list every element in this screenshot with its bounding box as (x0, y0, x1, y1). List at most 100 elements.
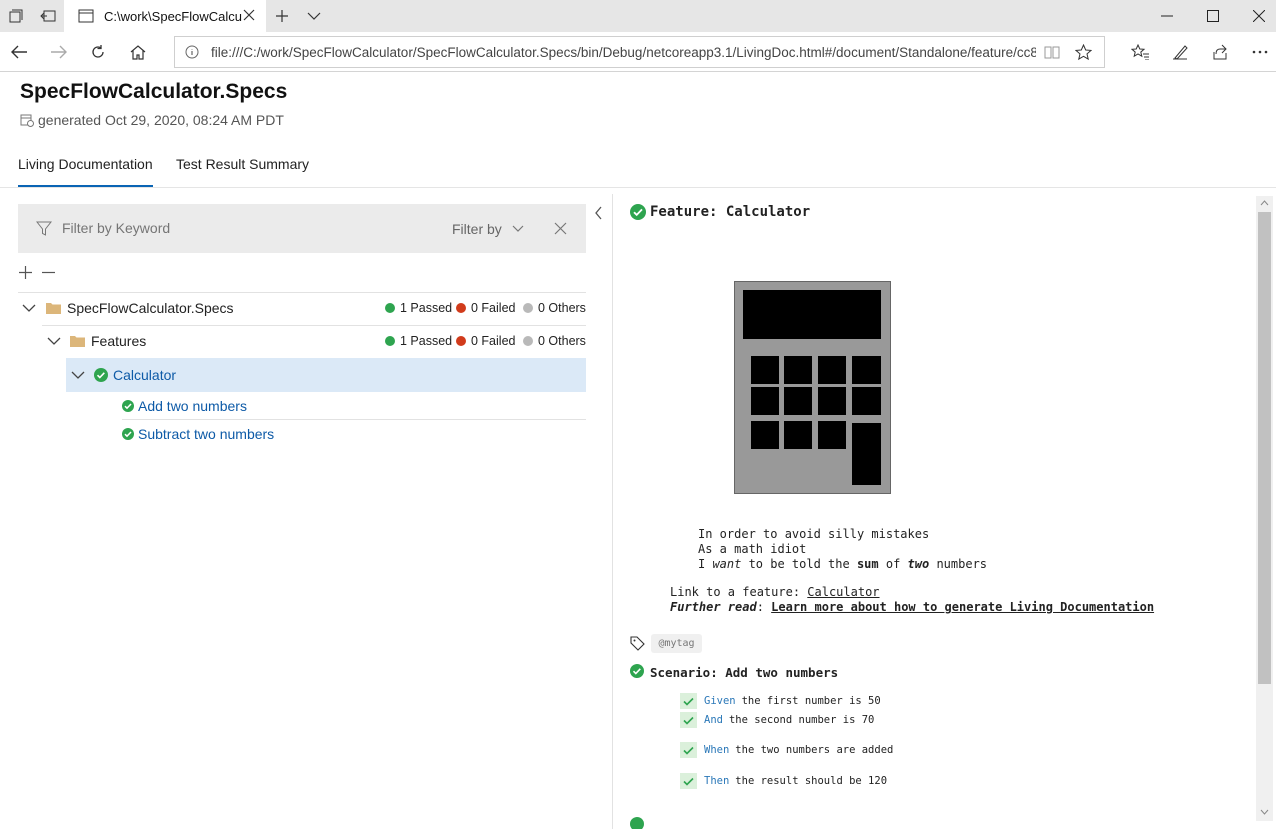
maximize-icon[interactable] (1190, 0, 1236, 32)
step-row: Given the first number is 50 (680, 693, 881, 709)
filter-by-dropdown[interactable]: Filter by (452, 221, 524, 237)
tree-node-scenario[interactable]: Add two numbers (122, 398, 247, 414)
feature-link-line: Link to a feature: Calculator (670, 585, 880, 599)
tag-badge[interactable]: @mytag (651, 634, 702, 653)
further-read-link[interactable]: Learn more about how to generate Living … (771, 600, 1154, 614)
feature-description-line: I want to be told the sum of two numbers (698, 557, 987, 571)
step-keyword: Given (704, 695, 736, 707)
further-read-label: Further read (670, 600, 757, 614)
link-prefix: Link to a feature: (670, 585, 808, 599)
address-bar[interactable]: file:///C:/work/SpecFlowCalculator/SpecF… (174, 36, 1105, 68)
close-window-icon[interactable] (1236, 0, 1276, 32)
refresh-icon[interactable] (80, 36, 116, 68)
collapse-all-icon[interactable] (41, 265, 56, 280)
features-failed-count: 0 Failed (456, 334, 515, 348)
passed-check-icon (94, 368, 108, 382)
tab-living-documentation[interactable]: Living Documentation (18, 156, 153, 187)
chevron-down-icon[interactable] (47, 337, 61, 346)
browser-tab[interactable]: C:\work\SpecFlowCalcul (64, 0, 266, 32)
step-passed-check-icon (680, 742, 697, 758)
collapse-panel-chevron-icon[interactable] (594, 206, 603, 220)
chevron-down-icon[interactable] (71, 371, 85, 380)
tree-separator (18, 292, 586, 293)
minimize-icon[interactable] (1144, 0, 1190, 32)
scrollbar[interactable] (1256, 196, 1273, 821)
passed-check-icon (630, 664, 644, 678)
desc-bold-italic: two (907, 557, 930, 571)
tabs-divider (0, 187, 1276, 188)
clear-filter-icon[interactable] (554, 222, 567, 235)
feature-link[interactable]: Calculator (807, 585, 879, 599)
scroll-up-icon[interactable] (1260, 200, 1269, 206)
root-failed-text: 0 Failed (471, 301, 516, 315)
reading-view-icon[interactable] (1044, 45, 1060, 59)
desc-text: of (878, 557, 908, 571)
step-row: And the second number is 70 (680, 712, 874, 728)
tag-icon (630, 636, 645, 651)
close-tab-icon[interactable] (242, 8, 256, 22)
failed-dot (456, 336, 466, 346)
passed-check-icon (122, 400, 134, 412)
scenario-title: Scenario: Add two numbers (650, 665, 839, 680)
step-text: the result should be 120 (735, 775, 888, 787)
step-keyword: And (704, 714, 723, 726)
step-keyword: When (704, 744, 730, 756)
scenario-label: Add two numbers (138, 398, 247, 414)
tree-label-root: SpecFlowCalculator.Specs (67, 300, 234, 316)
pen-icon[interactable] (1162, 36, 1198, 68)
filter-icon (36, 221, 52, 236)
features-passed-count: 1 Passed (385, 334, 452, 348)
failed-dot (456, 303, 466, 313)
generated-text: generated Oct 29, 2020, 08:24 AM PDT (38, 112, 284, 128)
step-passed-check-icon (680, 712, 697, 728)
tree-node-features[interactable]: Features (47, 333, 146, 349)
desc-text: to be told the (741, 557, 857, 571)
new-tab-icon[interactable] (266, 0, 298, 32)
tree-node-scenario[interactable]: Subtract two numbers (122, 426, 274, 442)
scrollbar-thumb[interactable] (1258, 212, 1271, 684)
features-passed-text: 1 Passed (400, 334, 453, 348)
favorites-list-icon[interactable] (1122, 36, 1158, 68)
panel-divider (612, 194, 613, 829)
info-icon[interactable] (185, 45, 199, 59)
further-read-line: Further read: Learn more about how to ge… (670, 600, 1154, 614)
chevron-down-icon[interactable] (22, 304, 36, 313)
desc-emphasis: want (712, 557, 742, 571)
features-others-count: 0 Others (523, 334, 586, 348)
folder-icon (46, 303, 61, 314)
step-text: the first number is 50 (741, 695, 881, 707)
url-text: file:///C:/work/SpecFlowCalculator/SpecF… (211, 44, 1036, 60)
forward-icon[interactable] (41, 36, 77, 68)
set-tabs-aside-icon[interactable] (32, 0, 64, 32)
home-icon[interactable] (120, 36, 156, 68)
tab-list-chevron-icon[interactable] (298, 0, 330, 32)
filter-box: Filter by (18, 204, 586, 253)
tree-node-root[interactable]: SpecFlowCalculator.Specs (22, 300, 234, 316)
browser-tab-bar: C:\work\SpecFlowCalcul (0, 0, 1276, 32)
step-text: the second number is 70 (728, 714, 875, 726)
more-icon[interactable] (1242, 36, 1276, 68)
tab-test-result-summary[interactable]: Test Result Summary (176, 156, 309, 187)
calculator-image (734, 281, 891, 494)
scroll-down-icon[interactable] (1260, 809, 1269, 815)
share-icon[interactable] (1202, 36, 1238, 68)
calendar-clock-icon (20, 114, 34, 127)
favorite-star-icon[interactable] (1075, 43, 1092, 61)
others-dot (523, 303, 533, 313)
tab-actions-icon[interactable] (0, 0, 32, 32)
others-dot (523, 336, 533, 346)
root-failed-count: 0 Failed (456, 301, 515, 315)
root-passed-count: 1 Passed (385, 301, 452, 315)
desc-text: I (698, 557, 713, 571)
back-icon[interactable] (1, 36, 37, 68)
passed-check-icon (630, 817, 644, 829)
page-title: SpecFlowCalculator.Specs (20, 80, 288, 103)
expand-all-icon[interactable] (18, 265, 33, 280)
step-keyword: Then (704, 775, 730, 787)
passed-dot (385, 336, 395, 346)
browser-nav-bar: file:///C:/work/SpecFlowCalculator/SpecF… (0, 32, 1276, 72)
tree-separator (42, 325, 586, 326)
feature-title: Feature: Calculator (650, 204, 811, 220)
tree-node-calculator[interactable]: Calculator (71, 367, 176, 383)
filter-keyword-input[interactable] (62, 220, 362, 236)
